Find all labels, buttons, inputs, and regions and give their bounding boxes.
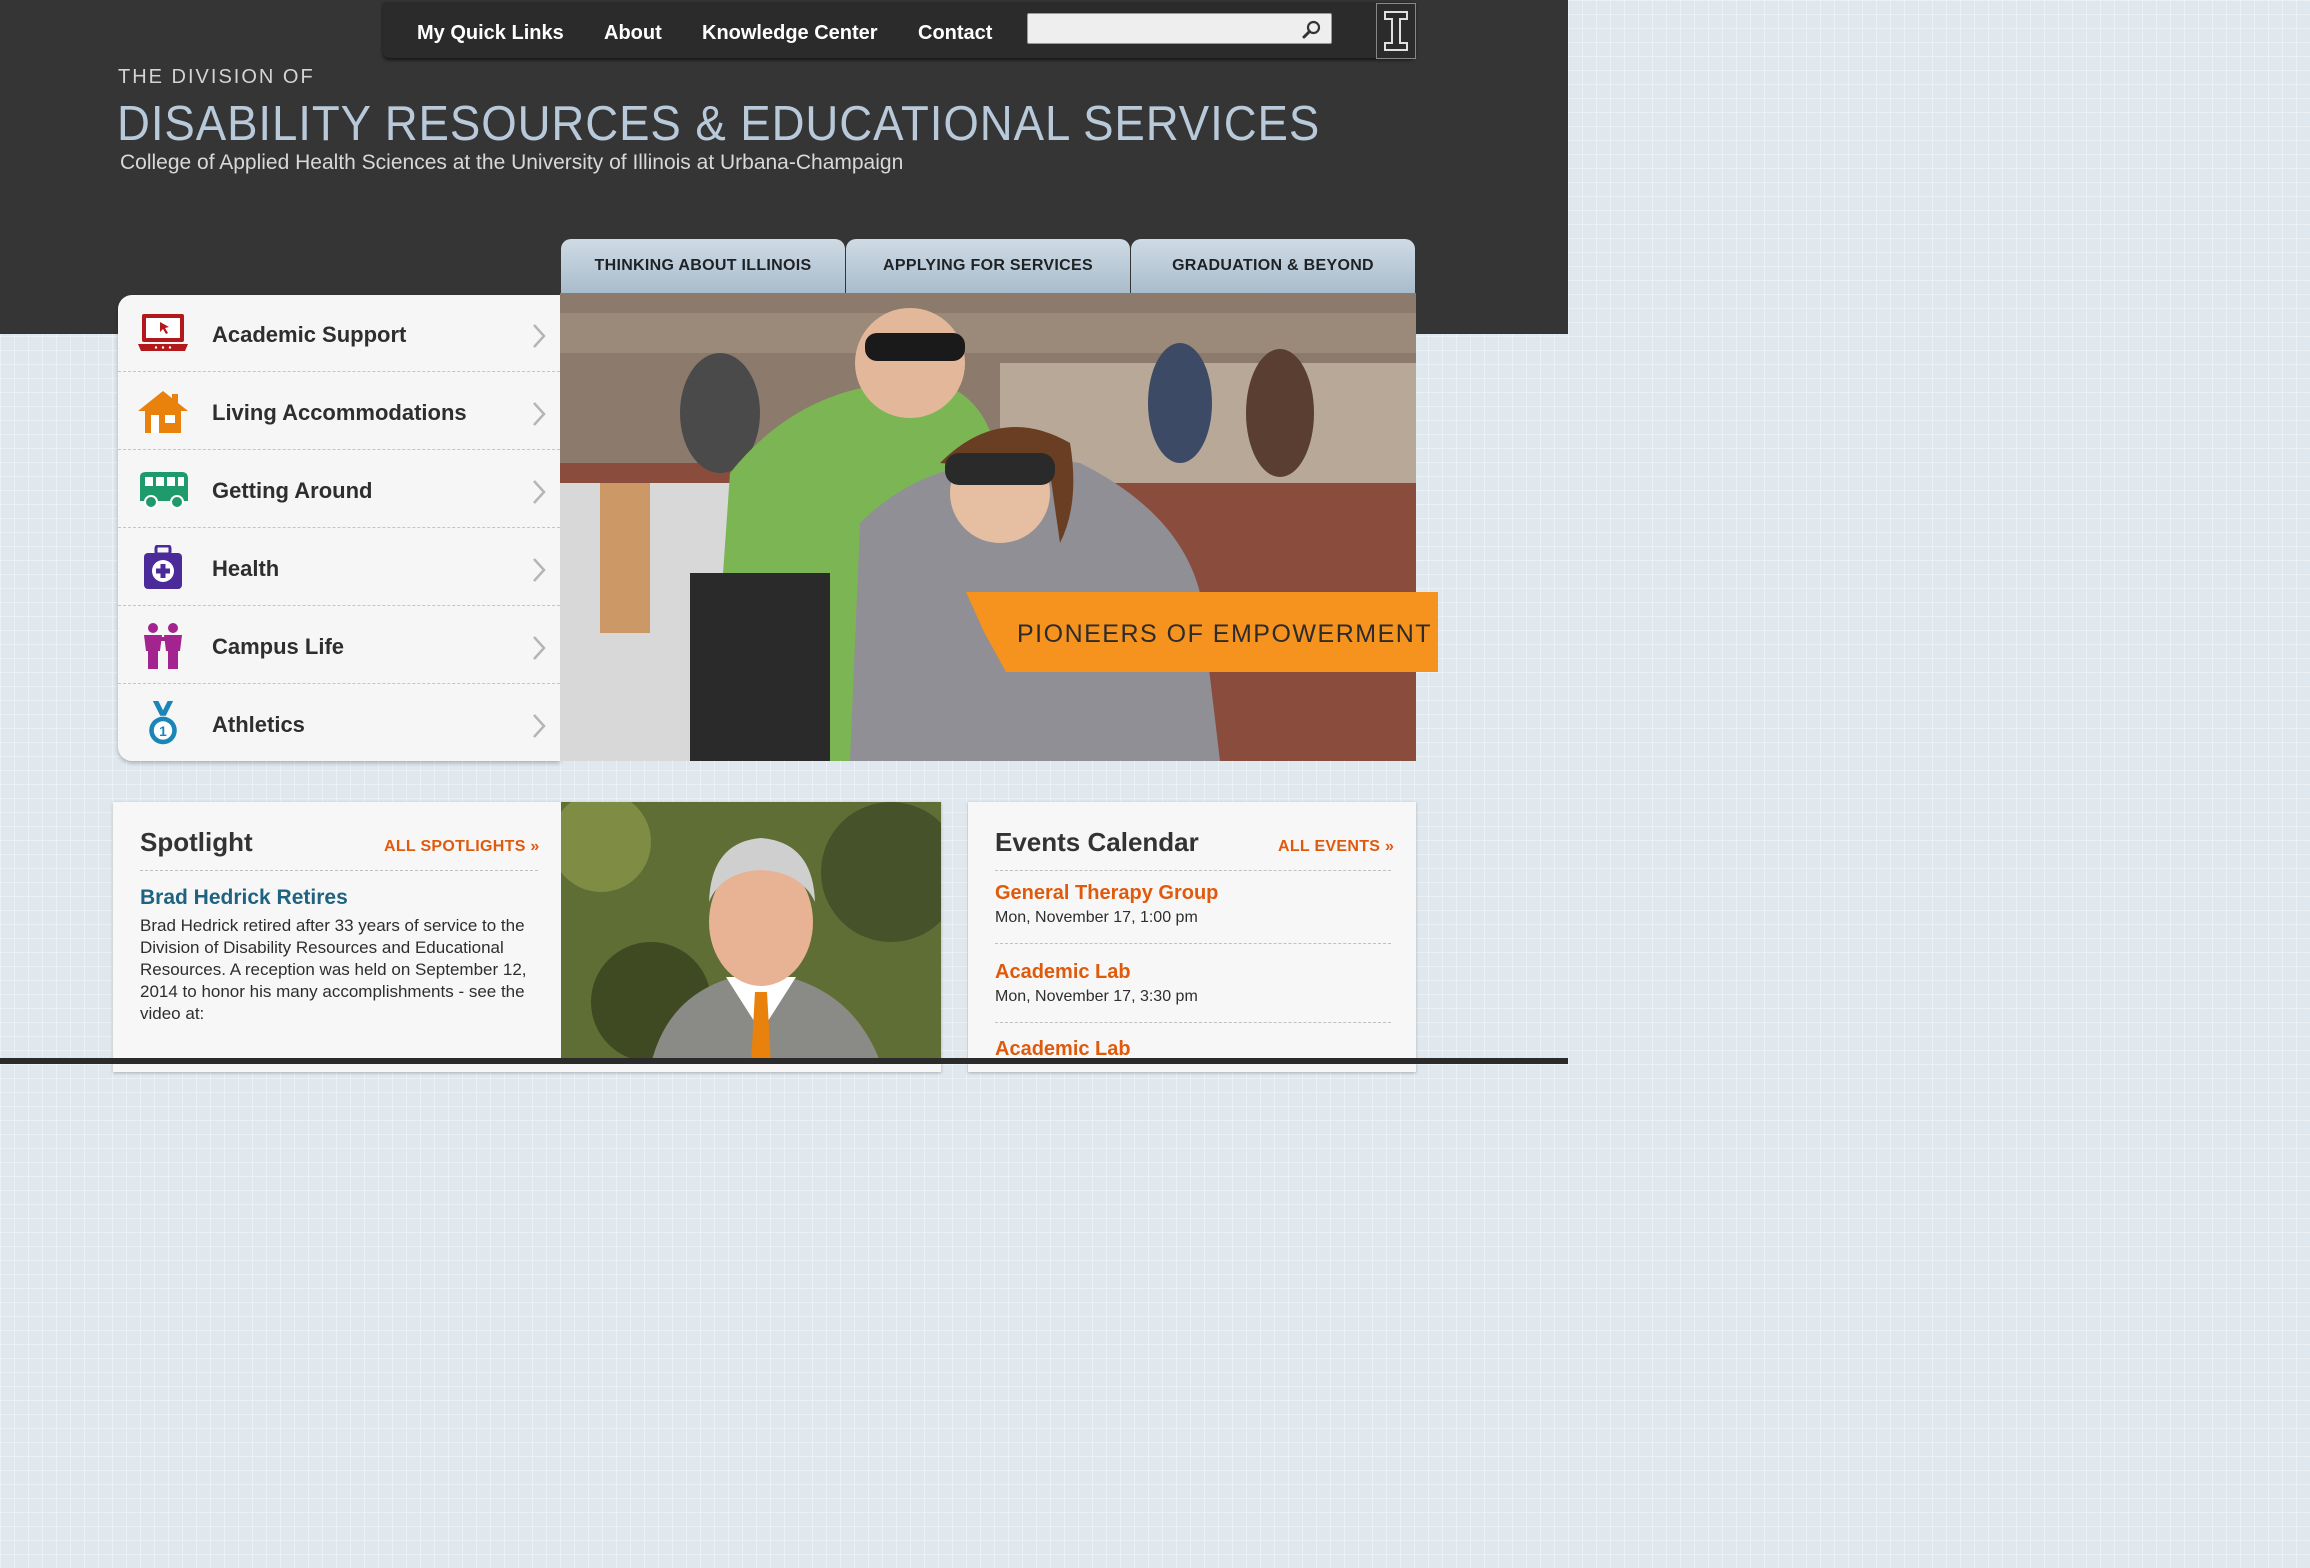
menu-item-living-accommodations[interactable]: Living Accommodations xyxy=(118,373,560,450)
spotlight-photo[interactable] xyxy=(561,802,941,1064)
bus-icon xyxy=(140,472,188,509)
top-navigation: My Quick Links About Knowledge Center Co… xyxy=(383,2,1416,59)
laptop-icon xyxy=(138,314,188,351)
divider xyxy=(995,870,1391,871)
menu-item-getting-around[interactable]: Getting Around xyxy=(118,451,560,528)
hero-photo[interactable] xyxy=(560,293,1416,761)
menu-item-label: Athletics xyxy=(212,712,305,737)
menu-item-label: Campus Life xyxy=(212,634,345,659)
event-title[interactable]: Academic Lab xyxy=(995,961,1131,984)
divider xyxy=(995,1022,1391,1023)
first-aid-kit-icon xyxy=(144,545,182,589)
menu-item-label: Getting Around xyxy=(212,478,373,503)
medal-icon: 1 xyxy=(149,701,177,745)
menu-item-label: Living Accommodations xyxy=(212,400,467,425)
spotlight-headline[interactable]: Brad Hedrick Retires xyxy=(140,886,348,910)
site-title[interactable]: DISABILITY RESOURCES & EDUCATIONAL SERVI… xyxy=(117,96,1320,152)
menu-item-campus-life[interactable]: Campus Life xyxy=(118,607,560,684)
nav-knowledge-center[interactable]: Knowledge Center xyxy=(702,22,878,45)
divider xyxy=(995,943,1391,944)
people-icon xyxy=(144,623,182,669)
divider xyxy=(140,870,538,871)
nav-my-quick-links[interactable]: My Quick Links xyxy=(417,22,564,45)
all-events-link[interactable]: ALL EVENTS » xyxy=(1278,838,1394,856)
menu-item-label: Health xyxy=(212,556,280,581)
menu-item-academic-support[interactable]: Academic Support xyxy=(118,295,560,372)
chevron-right-icon xyxy=(533,558,546,582)
illinois-block-i-logo[interactable] xyxy=(1376,3,1416,59)
nav-about[interactable]: About xyxy=(604,22,662,45)
chevron-right-icon xyxy=(533,480,546,504)
event-title[interactable]: General Therapy Group xyxy=(995,882,1218,905)
menu-item-label: Academic Support xyxy=(212,322,407,347)
chevron-right-icon xyxy=(533,402,546,426)
category-menu: Academic Support Living Accommodations G… xyxy=(118,295,560,761)
hero-banner-text: PIONEERS OF EMPOWERMENT xyxy=(1017,620,1433,648)
event-date: Mon, November 17, 3:30 pm xyxy=(995,988,1198,1005)
nav-contact[interactable]: Contact xyxy=(918,22,992,45)
menu-item-athletics[interactable]: 1 Athletics xyxy=(118,685,560,761)
chevron-right-icon xyxy=(533,324,546,348)
event-date: Mon, November 17, 1:00 pm xyxy=(995,909,1198,926)
spotlight-title: Spotlight xyxy=(140,827,253,857)
events-title: Events Calendar xyxy=(995,827,1199,857)
tab-applying-for-services[interactable]: APPLYING FOR SERVICES xyxy=(846,239,1130,293)
spotlight-body: Brad Hedrick retired after 33 years of s… xyxy=(140,916,527,1023)
site-subtitle: College of Applied Health Sciences at th… xyxy=(120,151,904,174)
house-icon xyxy=(138,391,188,433)
header-pretitle: THE DIVISION OF xyxy=(118,66,315,88)
search-box xyxy=(1027,13,1332,44)
svg-text:1: 1 xyxy=(159,724,167,739)
tab-graduation-and-beyond[interactable]: GRADUATION & BEYOND xyxy=(1131,239,1415,293)
page-bottom-strip xyxy=(0,1058,1568,1064)
search-icon[interactable] xyxy=(1301,19,1323,41)
search-input[interactable] xyxy=(1034,18,1298,42)
chevron-right-icon xyxy=(533,636,546,660)
tab-thinking-about-illinois[interactable]: THINKING ABOUT ILLINOIS xyxy=(561,239,845,293)
menu-item-health[interactable]: Health xyxy=(118,529,560,606)
all-spotlights-link[interactable]: ALL SPOTLIGHTS » xyxy=(384,838,540,856)
chevron-right-icon xyxy=(533,714,546,738)
